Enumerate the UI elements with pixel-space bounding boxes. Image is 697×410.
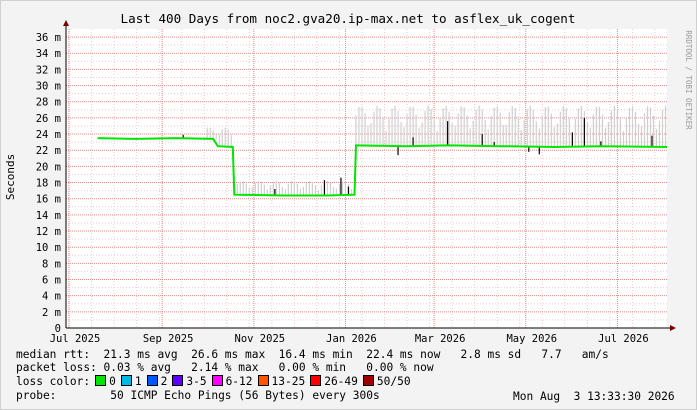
y-tick-label: 34 m	[36, 48, 61, 60]
y-tick-label: 8 m	[42, 258, 61, 270]
y-tick-label: 16 m	[36, 194, 61, 206]
y-tick-label: 28 m	[36, 97, 61, 109]
chart-title: Last 400 Days from noc2.gva20.ip-max.net…	[121, 11, 576, 26]
y-tick-label: 22 m	[36, 145, 61, 157]
y-tick-label: 36 m	[36, 32, 61, 44]
y-tick-label: 6 m	[42, 275, 61, 287]
loss-color-items: 0 1 2 3-5 6-12 13-25 26-49 50/50	[90, 375, 411, 388]
y-tick-label: 10 m	[36, 242, 61, 254]
loss-color-swatch	[257, 375, 269, 386]
loss-color-label-item: 50/50	[376, 375, 411, 388]
y-axis-label: Seconds	[4, 154, 17, 200]
y-tick-label: 24 m	[36, 129, 61, 141]
x-tick-label: Nov 2025	[235, 333, 286, 345]
loss-color-label-item: 13-25	[271, 375, 306, 388]
loss-color-label: loss color:	[16, 375, 91, 388]
loss-color-swatch	[120, 375, 132, 386]
loss-color-swatch	[172, 375, 184, 386]
loss-color-label-item: 2	[160, 375, 168, 388]
loss-color-swatch	[310, 375, 322, 386]
loss-color-swatch	[211, 375, 223, 386]
loss-color-label-item: 26-49	[324, 375, 358, 388]
legend-probe: probe: 50 ICMP Echo Pings (56 Bytes) eve…	[16, 389, 380, 402]
timestamp: Mon Aug 3 13:33:30 2026	[513, 390, 675, 403]
y-tick-label: 30 m	[36, 81, 61, 93]
plot-area	[66, 29, 667, 328]
y-tick-label: 18 m	[36, 178, 61, 190]
y-tick-label: 20 m	[36, 161, 61, 173]
x-tick-label: Jul 2026	[598, 333, 649, 345]
legend-median-rtt: median rtt: 21.3 ms avg 26.6 ms max 16.4…	[16, 348, 609, 361]
y-tick-label: 2 m	[42, 307, 61, 319]
x-tick-label: Jul 2025	[50, 333, 101, 345]
x-tick-label: Mar 2026	[415, 333, 466, 345]
x-tick-label: May 2026	[506, 333, 557, 345]
y-tick-labels: 02 m4 m6 m8 m10 m12 m14 m16 m18 m20 m22 …	[36, 32, 61, 335]
x-tick-label: Sep 2025	[143, 333, 194, 345]
x-tick-labels: Jul 2025 Sep 2025 Nov 2025 Jan 2026 Mar 2026…	[50, 333, 649, 345]
loss-color-label-item: 1	[134, 375, 142, 388]
legend-loss-color: loss color: 0 1 2 3-5 6-12 13-25 26-49 50/50	[16, 375, 411, 388]
rrdtool-watermark: RRDTOOL / TOBI OETIKER	[684, 30, 693, 130]
y-tick-label: 26 m	[36, 113, 61, 125]
loss-color-label-item: 6-12	[225, 375, 253, 388]
legend-packet-loss: packet loss: 0.03 % avg 2.14 % max 0.00 …	[16, 361, 434, 374]
loss-color-label-item: 0	[109, 375, 116, 388]
loss-color-swatch	[362, 375, 374, 386]
y-tick-label: 14 m	[36, 210, 61, 222]
y-tick-label: 4 m	[42, 291, 61, 303]
x-tick-label: Jan 2026	[326, 333, 377, 345]
loss-color-label-item: 3-5	[186, 375, 207, 388]
loss-color-swatch	[146, 375, 158, 386]
x-axis-arrow	[670, 325, 676, 331]
y-tick-label: 12 m	[36, 226, 61, 238]
y-axis-arrow	[63, 20, 69, 26]
y-tick-label: 32 m	[36, 64, 61, 76]
loss-color-swatch	[95, 375, 107, 386]
